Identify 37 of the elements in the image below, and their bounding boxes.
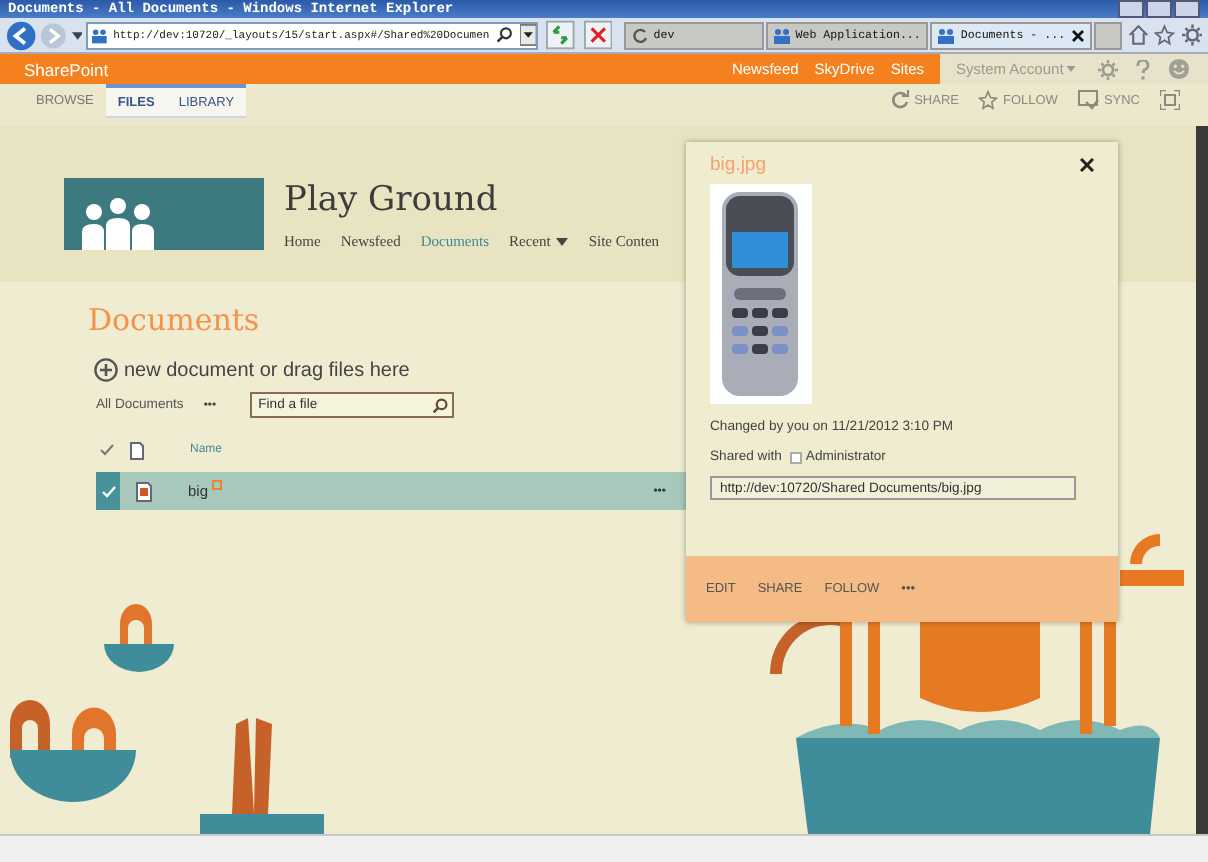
row-checkbox[interactable] [96, 472, 120, 510]
search-icon[interactable] [495, 26, 512, 44]
search-icon[interactable] [432, 397, 449, 413]
site-icon [92, 27, 108, 43]
loading-icon [631, 27, 648, 43]
site-title: Play Ground [284, 178, 500, 222]
share-icon [890, 90, 911, 110]
page-title: Documents [88, 300, 260, 340]
people-icon [80, 198, 156, 250]
caret-icon [1065, 66, 1076, 72]
site-icon [773, 27, 790, 43]
presence-icon [789, 451, 802, 463]
dropdown-icon[interactable] [71, 31, 83, 39]
site-logo[interactable] [64, 178, 264, 250]
settings-icon[interactable] [1181, 24, 1202, 46]
new-document-link[interactable]: new document or drag files here [94, 358, 410, 382]
image-file-icon [136, 481, 152, 501]
check-icon [101, 485, 115, 497]
close-icon[interactable] [1080, 158, 1094, 172]
focus-icon[interactable] [1160, 90, 1180, 110]
check-icon[interactable] [100, 444, 114, 456]
add-icon [94, 358, 118, 382]
home-icon[interactable] [1127, 24, 1149, 46]
stop-icon[interactable] [583, 20, 612, 50]
site-icon [938, 27, 955, 43]
star-icon[interactable] [1154, 24, 1176, 46]
back-icon[interactable] [6, 19, 37, 51]
close-button[interactable] [1174, 0, 1200, 18]
maximize-button[interactable] [1146, 0, 1172, 18]
scrollbar[interactable] [1196, 126, 1208, 834]
sync-icon [1077, 90, 1100, 110]
close-icon[interactable] [1071, 29, 1084, 41]
star-icon [978, 90, 999, 110]
refresh-icon[interactable] [546, 20, 575, 50]
dropdown-icon[interactable] [519, 24, 537, 46]
document-icon [130, 441, 144, 459]
minimize-button[interactable] [1118, 0, 1144, 18]
